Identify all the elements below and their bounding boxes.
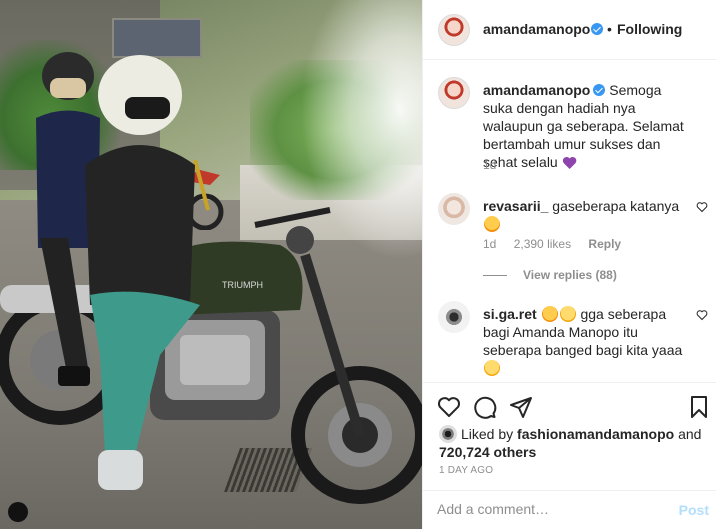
comment-age[interactable]: 1d [483,237,496,251]
likes-summary: Liked by fashionamandamanopo and 720,724… [439,425,701,461]
verified-icon [593,84,606,96]
heart-icon[interactable] [437,395,461,419]
user-tag-icon[interactable] [8,502,28,522]
liker-avatar[interactable] [439,425,457,443]
post-button[interactable]: Post [679,502,709,518]
purple-heart-icon [563,156,577,170]
grinning-sweat-face-icon [559,306,576,322]
add-comment-bar: Post [423,490,716,529]
comment-body: revasarii_ gaseberapa katanya [483,197,688,233]
likes-conjunction: and [678,426,702,442]
comment-like-icon[interactable] [696,309,708,321]
likes-prefix: Liked by [461,426,514,442]
comment-username[interactable]: revasarii_ [483,198,548,214]
commenter-avatar[interactable] [438,301,470,333]
svg-text:TRIUMPH: TRIUMPH [222,280,263,290]
caption-username[interactable]: amandamanopo [483,82,590,98]
caption-avatar[interactable] [438,77,470,109]
comment-like-icon[interactable] [696,201,708,213]
verified-icon [591,23,603,35]
post-photo[interactable]: TRIUMPH [0,0,422,529]
first-liker-link[interactable]: fashionamandamanopo [517,426,674,442]
others-link[interactable]: 720,724 others [439,444,536,460]
comment-username[interactable]: si.ga.ret [483,306,537,322]
bookmark-icon[interactable] [687,395,711,419]
driver-rider [85,55,200,490]
post-actions: Liked by fashionamandamanopo and 720,724… [423,382,716,507]
comment-text: gaseberapa katanya [552,198,680,214]
comments-list[interactable]: amandamanopo Semoga suka dengan hadiah n… [423,60,716,382]
comment-likes[interactable]: 2,390 likes [514,237,571,251]
comment-meta: 1d 2,390 likes Reply [483,237,635,251]
comment-icon[interactable] [473,395,497,419]
author-username[interactable]: amandamanopo [483,21,590,37]
paper-plane-icon[interactable] [509,395,533,419]
comment-item: si.ga.ret gga seberapa bagi Amanda Manop… [438,301,708,381]
caption: amandamanopo Semoga suka dengan hadiah n… [438,77,708,187]
post-timestamp[interactable]: 1 DAY AGO [439,465,493,476]
caption-body: amandamanopo Semoga suka dengan hadiah n… [483,81,688,171]
post-sidebar: amandamanopo • Following amandamanopo Se… [422,0,716,529]
view-replies-button[interactable]: View replies (88) [483,268,617,282]
author-avatar[interactable] [438,14,470,46]
building-window [112,18,202,58]
reply-button[interactable]: Reply [588,237,621,251]
grinning-face-icon [484,360,500,376]
comment-body: si.ga.ret gga seberapa bagi Amanda Manop… [483,305,688,377]
following-button[interactable]: Following [617,21,682,37]
caption-meta: 1d [483,158,510,172]
comment-input[interactable] [437,501,667,517]
post-header: amandamanopo • Following [423,0,716,60]
header-separator: • [607,21,612,37]
crying-face-icon [484,216,500,232]
commenter-avatar[interactable] [438,193,470,225]
caption-age[interactable]: 1d [483,158,496,172]
rolling-laughing-face-icon [541,306,558,322]
